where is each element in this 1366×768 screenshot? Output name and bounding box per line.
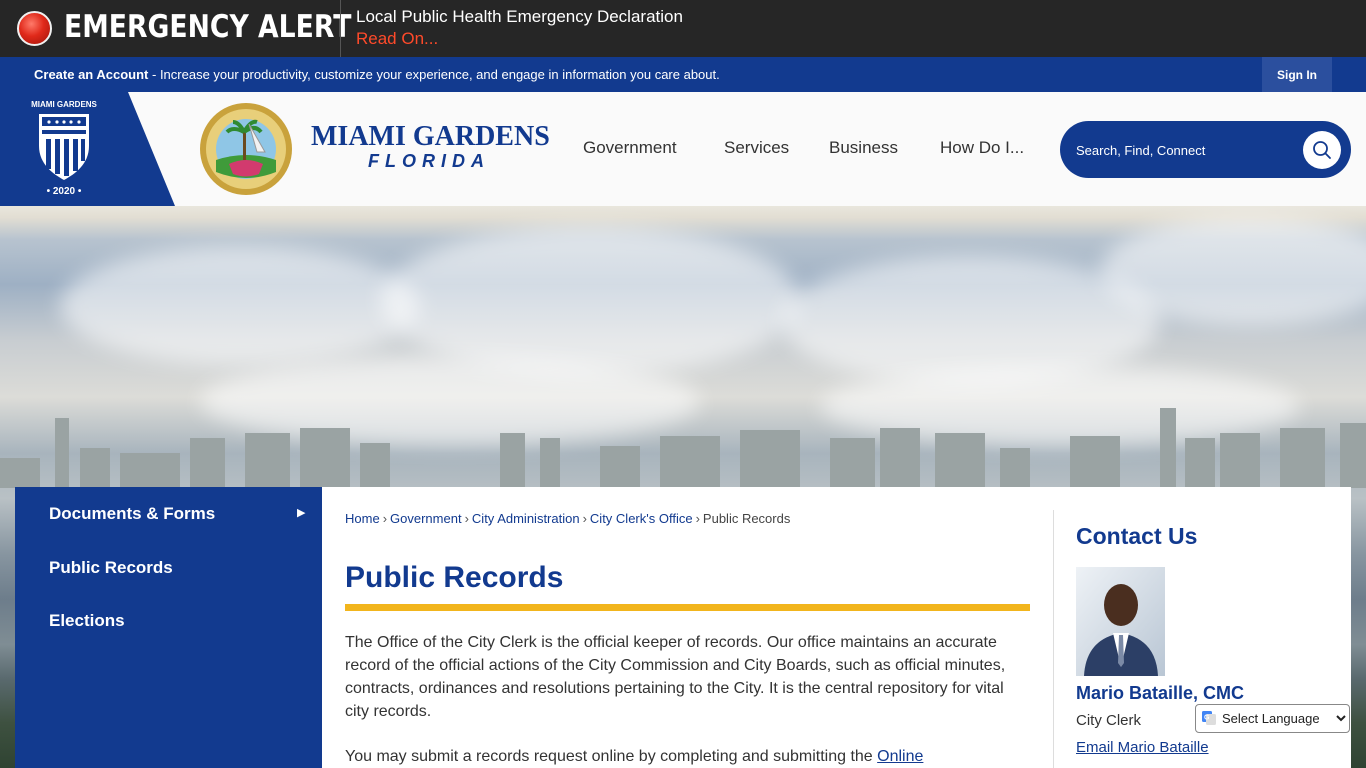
search-input[interactable]	[1076, 140, 1296, 160]
contact-name: Mario Bataille, CMC	[1076, 683, 1245, 703]
contact-heading: Contact Us	[1076, 523, 1198, 549]
create-account-link[interactable]: Create an Account	[34, 67, 148, 82]
site-header: MIAMI GARDENS • 2020 • MIAMI GARDENS FLO…	[0, 92, 1366, 206]
contact-photo	[1076, 567, 1165, 676]
search-button[interactable]	[1303, 131, 1341, 169]
alert-light-icon	[17, 11, 52, 46]
breadcrumb-current: Public Records	[702, 511, 791, 526]
alert-title: EMERGENCY ALERT	[64, 9, 352, 45]
nav-services[interactable]: Services	[724, 138, 789, 158]
page-title: Public Records	[345, 561, 564, 594]
nav-government[interactable]: Government	[583, 138, 677, 158]
breadcrumb-home[interactable]: Home	[345, 511, 380, 526]
site-logo-subtitle[interactable]: FLORIDA	[368, 151, 490, 172]
submenu-arrow-icon[interactable]: ▶	[297, 506, 305, 519]
aac-badge-title: MIAMI GARDENS	[31, 100, 97, 109]
nav-how-do-i[interactable]: How Do I...	[940, 138, 1024, 158]
alert-read-on-link[interactable]: Read On...	[356, 29, 438, 49]
emergency-alert-bar: EMERGENCY ALERT Local Public Health Emer…	[0, 0, 1366, 57]
column-divider	[1053, 510, 1054, 768]
all-america-city-badge[interactable]: MIAMI GARDENS • 2020 •	[0, 92, 175, 206]
sidebar-item-elections[interactable]: Elections	[49, 611, 125, 631]
contact-role: City Clerk	[1076, 712, 1142, 729]
all-america-city-shield-icon	[39, 114, 89, 180]
sidebar-item-documents-forms[interactable]: Documents & Forms	[49, 504, 215, 524]
breadcrumb: Home › Government › City Administration › City…	[345, 511, 791, 526]
site-logo-title[interactable]: MIAMI GARDENS	[311, 121, 550, 153]
breadcrumb-city-administration[interactable]: City Administration	[472, 511, 580, 526]
online-request-link[interactable]: Online	[877, 748, 923, 765]
alert-divider	[340, 0, 341, 57]
section-sidebar: Documents & Forms ▶ Public Records Elect…	[15, 487, 322, 768]
title-underline	[345, 604, 1030, 611]
nav-business[interactable]: Business	[829, 138, 898, 158]
search-icon	[1313, 141, 1331, 159]
breadcrumb-city-clerks-office[interactable]: City Clerk's Office	[590, 511, 693, 526]
city-seal-logo[interactable]	[199, 102, 293, 196]
alert-headline[interactable]: Local Public Health Emergency Declaratio…	[356, 7, 683, 27]
account-tagline: - Increase your productivity, customize …	[148, 67, 720, 82]
site-search	[1060, 121, 1351, 178]
breadcrumb-government[interactable]: Government	[390, 511, 462, 526]
account-message: Create an Account - Increase your produc…	[34, 67, 720, 82]
intro-paragraph: The Office of the City Clerk is the offi…	[345, 634, 1006, 720]
contact-email-link[interactable]: Email Mario Bataille	[1076, 739, 1209, 756]
account-bar: Create an Account - Increase your produc…	[0, 57, 1366, 92]
sign-in-button[interactable]: Sign In	[1262, 57, 1332, 92]
city-skyline-graphic	[0, 408, 1366, 488]
language-select[interactable]: Select Language	[1195, 704, 1350, 733]
request-paragraph: You may submit a records request online …	[345, 748, 924, 765]
aac-badge-year: • 2020 •	[46, 186, 82, 197]
sidebar-item-public-records[interactable]: Public Records	[49, 558, 173, 578]
